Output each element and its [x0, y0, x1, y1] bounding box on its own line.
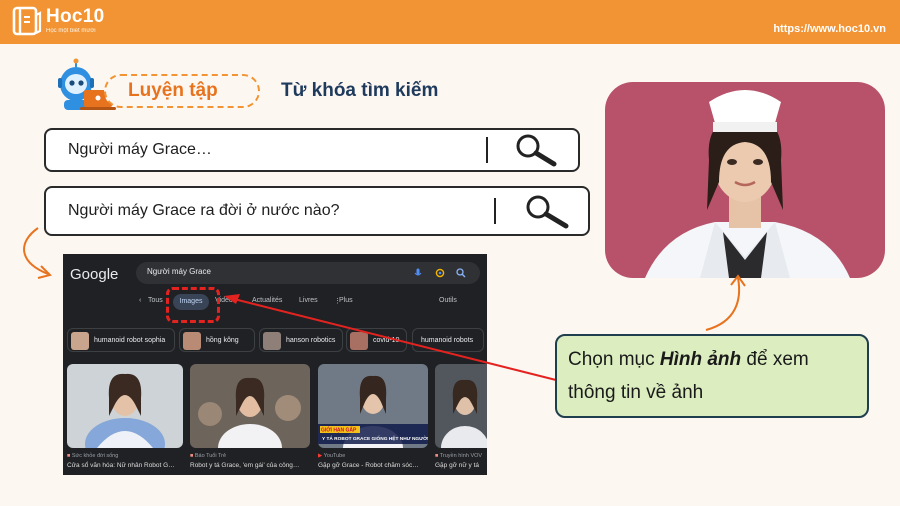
text-cursor [494, 198, 496, 224]
video-banner-top: GIỚI HẠN GẤP [321, 426, 357, 434]
microphone-icon[interactable] [413, 268, 423, 278]
text-cursor [486, 137, 488, 163]
image-result-1[interactable] [67, 364, 183, 448]
hoc10-logo[interactable]: Hoc10 Học một biết mười [12, 5, 105, 37]
search-box-2[interactable]: Người máy Grace ra đời ở nước nào? [44, 186, 590, 236]
image-result-3[interactable]: GIỚI HẠN GẤP Y TÁ ROBOT GRACE GIỐNG HỆT … [318, 364, 428, 448]
lens-icon[interactable] [435, 268, 445, 278]
image-result-2[interactable] [190, 364, 310, 448]
related-chip[interactable]: hồng kông [179, 328, 255, 352]
search-query-2: Người máy Grace ra đời ở nước nào? [68, 202, 340, 219]
result-caption[interactable]: Cửa sổ văn hóa: Nữ nhân Robot G… [67, 462, 175, 469]
tab-tools[interactable]: Outils [439, 297, 457, 304]
tab-all[interactable]: Tous [148, 297, 163, 304]
result-caption[interactable]: Gặp gỡ nữ y tá [435, 462, 479, 469]
chip-thumbnail [263, 332, 281, 350]
result-source: ▶ YouTube [318, 453, 346, 459]
tab-books[interactable]: Livres [299, 297, 318, 304]
related-chip[interactable]: covid-19 [346, 328, 407, 352]
site-url[interactable]: https://www.hoc10.vn [773, 23, 886, 35]
related-chip[interactable]: humanoid robot sophia [67, 328, 175, 352]
tab-news[interactable]: Actualités [252, 297, 282, 304]
result-caption[interactable]: Robot y tá Grace, 'em gái' của công… [190, 462, 299, 469]
section-title: Từ khóa tìm kiếm [281, 80, 439, 101]
header-bar: Hoc10 Học một biết mười https://www.hoc1… [0, 0, 900, 44]
logo-text: Hoc10 [46, 6, 105, 27]
google-search-bar[interactable]: Người máy Grace [136, 262, 480, 284]
callout-highlight: Hình ảnh [659, 349, 742, 370]
robot-grace-illustration [645, 90, 850, 278]
curved-arrow-icon [705, 274, 746, 331]
chip-thumbnail [71, 332, 89, 350]
image-result-4[interactable] [435, 364, 487, 448]
google-results-screenshot: Google Người máy Grace ‹ Tous Images Vid… [63, 254, 487, 475]
images-tab-highlight [166, 287, 220, 323]
result-caption[interactable]: Gặp gỡ Grace - Robot chăm sóc… [318, 462, 419, 469]
tab-more[interactable]: Plus [339, 297, 353, 304]
logo-tagline: Học một biết mười [46, 28, 96, 34]
curved-arrow-icon [23, 227, 52, 279]
related-chip[interactable]: humanoid robots [412, 328, 484, 352]
robot-grace-photo [605, 82, 885, 278]
google-query: Người máy Grace [147, 267, 211, 276]
chip-thumbnail [183, 332, 201, 350]
chip-thumbnail [350, 332, 368, 350]
result-source: ■ Báo Tuổi Trẻ [190, 453, 227, 459]
search-icon[interactable] [456, 268, 466, 278]
result-source: ■ Sức khỏe đời sống [67, 453, 119, 459]
search-icon[interactable] [510, 133, 560, 167]
related-chip[interactable]: hanson robotics [259, 328, 343, 352]
chevron-left-icon[interactable]: ‹ [139, 297, 141, 304]
result-source: ■ Truyền hình VOV [435, 453, 483, 459]
instruction-callout: Chọn mục Hình ảnh để xem thông tin về ản… [555, 334, 869, 418]
search-icon[interactable] [520, 193, 572, 229]
section-label: Luyện tập [128, 80, 218, 101]
book-logo-icon [12, 6, 42, 36]
search-box-1[interactable]: Người máy Grace… [44, 128, 580, 172]
search-query-1: Người máy Grace… [68, 141, 212, 158]
google-logo: Google [70, 266, 119, 283]
